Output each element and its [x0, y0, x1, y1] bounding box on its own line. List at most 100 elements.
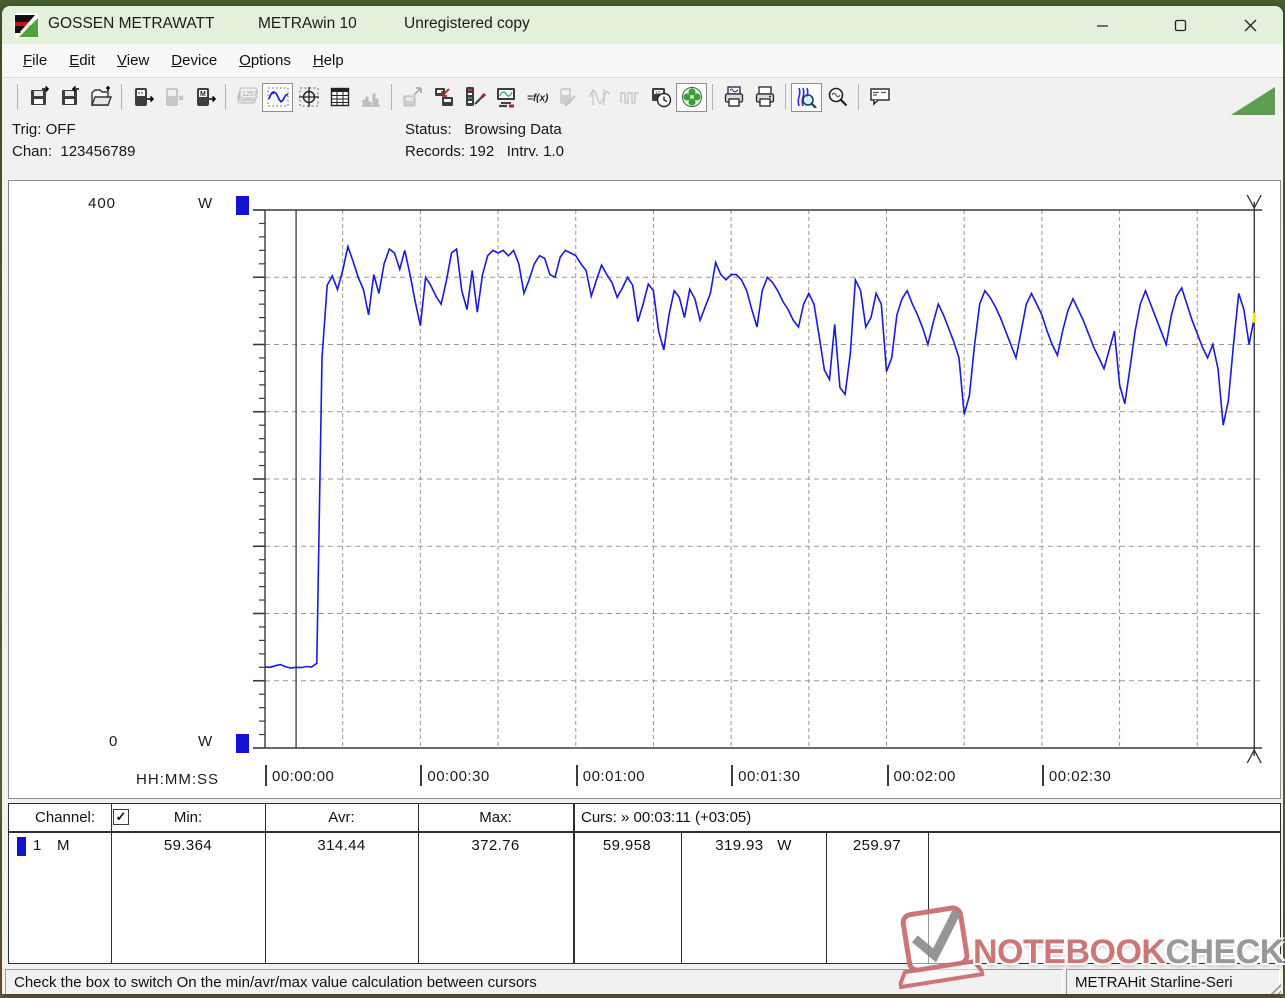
device-memory-read-button[interactable]: M [189, 83, 220, 112]
display-digits-icon: 1257 [236, 86, 258, 108]
records-value: 192 [469, 143, 494, 160]
maximize-icon [1174, 19, 1187, 32]
show-value-tooltip-button[interactable] [864, 83, 895, 112]
x-tick [576, 765, 578, 786]
meter-m-icon: M [194, 86, 216, 108]
menu-options[interactable]: Options [228, 46, 302, 75]
pulse-trigger-button [614, 83, 645, 112]
avr-header: Avr: [265, 809, 418, 826]
view-data-table-button[interactable] [324, 83, 355, 112]
cursor-b-top-handle [1247, 195, 1254, 208]
min-header: Min: [111, 809, 265, 826]
clover-icon [681, 86, 703, 108]
svg-text:1257: 1257 [242, 91, 258, 98]
cursor-a-value: 59.958 [573, 837, 681, 854]
clover-timer-button[interactable] [676, 83, 707, 112]
toolbar-separator [17, 84, 18, 110]
cursor-b-top-handle [1254, 195, 1261, 208]
view-histogram-button [355, 83, 386, 112]
import-from-device-button[interactable] [428, 83, 459, 112]
meter-tool-icon [557, 86, 579, 108]
channel-1-color-marker [17, 837, 26, 856]
disk-import-icon [28, 86, 50, 108]
callout-icon [869, 86, 891, 108]
print-preview-button[interactable] [718, 83, 749, 112]
folder-open-icon [90, 86, 112, 108]
yt-chart-svg [243, 187, 1278, 771]
minimize-button[interactable] [1079, 6, 1125, 44]
save-data-as-button[interactable] [54, 83, 85, 112]
min-value: 59.364 [111, 837, 265, 854]
svg-text:M: M [200, 91, 206, 98]
fx-icon: =f(x) [526, 86, 548, 108]
save-data-button[interactable] [23, 83, 54, 112]
device-settings-button[interactable] [459, 83, 490, 112]
zoom-curve-button[interactable] [791, 83, 822, 112]
x-tick [265, 765, 267, 786]
toolbar-separator [121, 84, 122, 110]
channel-header: Channel: [35, 809, 95, 826]
y-axis-bottom-label: 0 [109, 733, 118, 750]
interval-label: Intrv. [507, 143, 539, 160]
cursor-header: Curs: » 00:03:11 (+03:05) [581, 809, 751, 826]
menubar: FileEditViewDeviceOptionsHelp [2, 44, 1283, 78]
x-tick [731, 765, 733, 786]
cursor-b-curve-marker [1253, 313, 1256, 323]
x-tick [1042, 765, 1044, 786]
histogram-icon [360, 86, 382, 108]
plot-area[interactable] [243, 187, 1278, 771]
view-xy-chart-button[interactable] [293, 83, 324, 112]
monitor-wave-icon [495, 86, 517, 108]
power-curve-channel-1 [265, 247, 1254, 668]
pc-upload-icon [402, 86, 424, 108]
print-button[interactable] [749, 83, 780, 112]
device-read-online-button[interactable] [127, 83, 158, 112]
x-tick-label: 00:00:30 [427, 768, 489, 785]
view-yt-chart-button[interactable] [262, 83, 293, 112]
records-label: Records: 192 Intrv. 1.0 [405, 143, 564, 160]
statusbar-device: METRAHit Starline-Seri [1066, 969, 1280, 994]
formula-channel-button[interactable]: =f(x) [521, 83, 552, 112]
column-divider [265, 804, 266, 963]
chan-label: Chan: 123456789 [12, 143, 135, 160]
menu-edit[interactable]: Edit [58, 46, 106, 75]
close-button[interactable] [1227, 6, 1273, 44]
max-header: Max: [418, 809, 573, 826]
printer-icon [754, 86, 776, 108]
printer-wave-icon [723, 86, 745, 108]
timed-recording-button[interactable]: 12 [645, 83, 676, 112]
header-divider [9, 831, 1280, 833]
device-configuration-button [552, 83, 583, 112]
y-axis-bottom-unit: W [198, 733, 213, 750]
crosshair-icon [298, 86, 320, 108]
zoom-reset-button[interactable] [822, 83, 853, 112]
cursor-b-unit: W [777, 837, 792, 854]
menu-help[interactable]: Help [302, 46, 355, 75]
menu-view[interactable]: View [106, 46, 160, 75]
online-display-settings-button[interactable] [490, 83, 521, 112]
statusbar: Check the box to switch On the min/avr/m… [2, 966, 1283, 994]
statusbar-hint: Check the box to switch On the min/avr/m… [5, 969, 1063, 994]
toolbar-separator [391, 84, 392, 110]
x-axis: HH:MM:SS 00:00:0000:00:3000:01:0000:01:3… [9, 762, 1282, 792]
status-label: Status: Browsing Data [405, 121, 562, 138]
menu-device[interactable]: Device [160, 46, 228, 75]
y-axis-top-label: 400 [88, 195, 116, 212]
minimize-icon [1096, 19, 1109, 32]
x-tick-label: 00:00:00 [272, 768, 334, 785]
pulse-wave-icon [619, 86, 641, 108]
x-tick [420, 765, 422, 786]
menu-file[interactable]: File [12, 46, 58, 75]
x-tick-label: 00:01:30 [738, 768, 800, 785]
cursor-diff-value: 259.97 [826, 837, 928, 854]
column-divider [111, 804, 112, 963]
open-file-button[interactable] [85, 83, 116, 112]
maximize-button[interactable] [1157, 6, 1203, 44]
disk-export-icon [59, 86, 81, 108]
stats-panel: Channel: ✓ Min: Avr: Max: Curs: » 00:03:… [8, 803, 1281, 964]
titlebar: GOSSEN METRAWATT METRAwin 10 Unregistere… [2, 6, 1283, 44]
toolbar-separator [858, 84, 859, 110]
chart-panel[interactable]: 400 W 0 W HH:MM:SS 00:00:0000:00:3000:01… [8, 180, 1281, 799]
x-axis-format-label: HH:MM:SS [136, 771, 219, 788]
cursor-b-value: 319.93 W [681, 837, 826, 854]
